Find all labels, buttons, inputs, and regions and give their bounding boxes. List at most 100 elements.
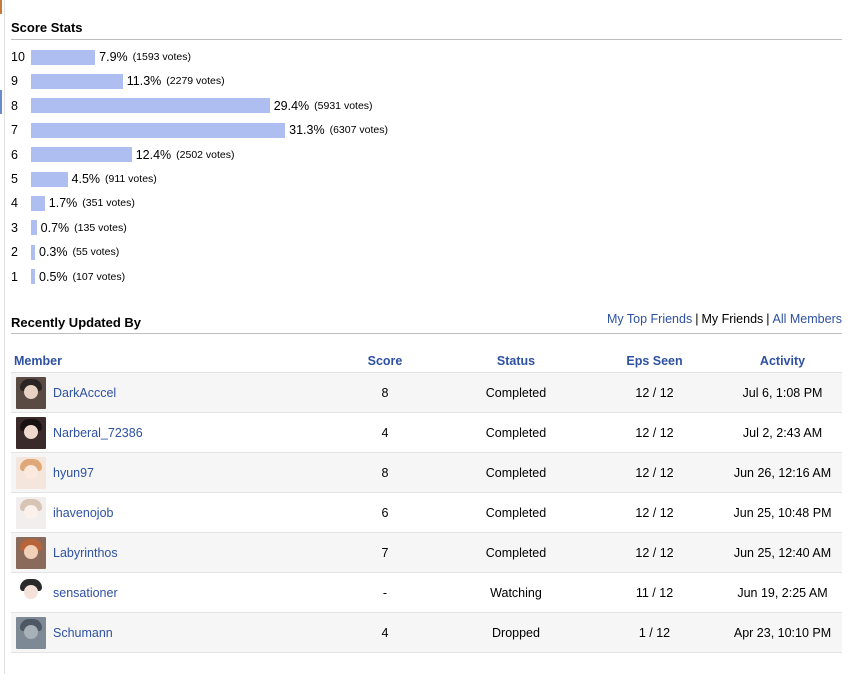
status-cell: Watching	[446, 572, 586, 613]
score-row: 1 0.5% (107 votes)	[11, 268, 125, 286]
score-votes: (351 votes)	[82, 197, 135, 210]
page-edge-accent	[0, 0, 2, 14]
eps-seen-cell: 12 / 12	[586, 532, 723, 573]
eps-seen-cell: 12 / 12	[586, 452, 723, 493]
column-header-eps-seen: Eps Seen	[586, 350, 723, 373]
score-percent: 0.5%	[39, 269, 68, 284]
score-percent: 29.4%	[273, 98, 310, 113]
score-label: 4	[11, 196, 18, 211]
score-bar	[31, 171, 68, 187]
column-header-status: Status	[446, 350, 586, 373]
avatar[interactable]	[16, 496, 46, 529]
score-percent: 0.7%	[40, 220, 70, 235]
table-header-row: Member Score Status Eps Seen Activity	[11, 350, 842, 373]
all-members-link[interactable]: All Members	[773, 312, 842, 326]
avatar[interactable]	[16, 376, 46, 409]
avatar-face	[24, 384, 38, 399]
score-row: 5 4.5% (911 votes)	[11, 170, 157, 188]
score-percent: 12.4%	[135, 147, 172, 162]
score-label: 1	[11, 269, 18, 284]
score-votes: (6307 votes)	[329, 124, 388, 137]
score-label: 2	[11, 245, 18, 260]
table-row: DarkAcccel 8 Completed 12 / 12 Jul 6, 1:08 P…	[11, 372, 842, 413]
member-name-link[interactable]: Schumann	[53, 626, 113, 640]
score-votes: (911 votes)	[105, 173, 157, 185]
column-header-score: Score	[324, 350, 446, 373]
eps-seen-cell: 12 / 12	[586, 412, 723, 453]
page-left-border	[4, 0, 5, 674]
member-name-link[interactable]: ihavenojob	[53, 506, 113, 520]
eps-seen-cell: 12 / 12	[586, 372, 723, 413]
status-cell: Completed	[446, 412, 586, 453]
member-info: DarkAcccel	[14, 376, 324, 409]
recently-updated-table: Member Score Status Eps Seen Activity Da…	[11, 350, 842, 653]
activity-cell: Jul 6, 1:08 PM	[723, 372, 842, 413]
table-row: hyun97 8 Completed 12 / 12 Jun 26, 12:16 AM	[11, 452, 842, 493]
status-cell: Dropped	[446, 612, 586, 653]
avatar[interactable]	[16, 456, 46, 489]
score-votes: (2279 votes)	[166, 75, 225, 88]
avatar[interactable]	[16, 416, 46, 449]
score-percent: 7.9%	[99, 50, 128, 64]
score-bar	[31, 49, 96, 65]
score-row: 10 7.9% (1593 votes)	[11, 48, 191, 66]
score-cell: 8	[324, 372, 446, 413]
recently-updated-title: Recently Updated By	[11, 315, 142, 330]
score-votes: (55 votes)	[72, 246, 120, 259]
member-info: hyun97	[14, 456, 324, 489]
eps-seen-cell: 1 / 12	[586, 612, 723, 653]
table-row: ihavenojob 6 Completed 12 / 12 Jun 25, 10:48…	[11, 492, 842, 533]
score-percent: 1.7%	[48, 196, 78, 211]
my-top-friends-link[interactable]: My Top Friends	[607, 312, 692, 326]
member-cell: hyun97	[11, 452, 324, 493]
score-row: 2 0.3% (55 votes)	[11, 243, 119, 261]
member-info: Schumann	[14, 616, 324, 649]
score-cell: 4	[324, 412, 446, 453]
score-percent: 0.3%	[39, 245, 68, 260]
table-row: Labyrinthos 7 Completed 12 / 12 Jun 25, 12:4…	[11, 532, 842, 573]
score-row: 9 11.3% (2279 votes)	[11, 72, 225, 90]
score-row: 4 1.7% (351 votes)	[11, 194, 135, 212]
member-name-link[interactable]: Narberal_72386	[53, 426, 143, 440]
avatar-face	[24, 624, 38, 639]
activity-cell: Jun 19, 2:25 AM	[723, 572, 842, 613]
avatar[interactable]	[16, 616, 46, 649]
score-bar	[31, 269, 36, 285]
score-bar	[31, 98, 270, 114]
column-header-member: Member	[11, 350, 324, 373]
member-info: Narberal_72386	[14, 416, 324, 449]
avatar-face	[24, 504, 38, 519]
member-name-link[interactable]: DarkAcccel	[53, 386, 116, 400]
score-cell: -	[324, 572, 446, 613]
member-name-link[interactable]: hyun97	[53, 466, 94, 480]
member-cell: Labyrinthos	[11, 532, 324, 573]
status-cell: Completed	[446, 532, 586, 573]
score-votes: (1593 votes)	[132, 51, 192, 63]
score-cell: 4	[324, 612, 446, 653]
table-row: sensationer - Watching 11 / 12 Jun 19, 2:25 …	[11, 572, 842, 613]
table-row: Schumann 4 Dropped 1 / 12 Apr 23, 10:10 PM	[11, 612, 842, 653]
score-percent: 4.5%	[71, 172, 101, 186]
avatar-face	[24, 544, 38, 559]
score-bar	[31, 147, 132, 163]
member-info: sensationer	[14, 576, 324, 609]
score-bar	[31, 195, 45, 211]
member-name-link[interactable]: sensationer	[53, 586, 118, 600]
score-label: 9	[11, 74, 18, 89]
score-label: 8	[11, 98, 18, 113]
score-stats-divider	[11, 39, 842, 40]
member-cell: Schumann	[11, 612, 324, 653]
score-bar	[31, 244, 35, 260]
recently-updated-divider	[11, 333, 842, 334]
member-name-link[interactable]: Labyrinthos	[53, 546, 118, 560]
score-stats-title: Score Stats	[11, 20, 83, 35]
page-edge-accent	[0, 90, 2, 114]
eps-seen-cell: 11 / 12	[586, 572, 723, 613]
score-votes: (107 votes)	[72, 270, 126, 283]
score-votes: (135 votes)	[74, 221, 127, 234]
avatar[interactable]	[16, 576, 46, 609]
score-row: 7 31.3% (6307 votes)	[11, 121, 388, 139]
score-bar	[31, 220, 37, 236]
avatar[interactable]	[16, 536, 46, 569]
score-label: 7	[11, 123, 18, 138]
